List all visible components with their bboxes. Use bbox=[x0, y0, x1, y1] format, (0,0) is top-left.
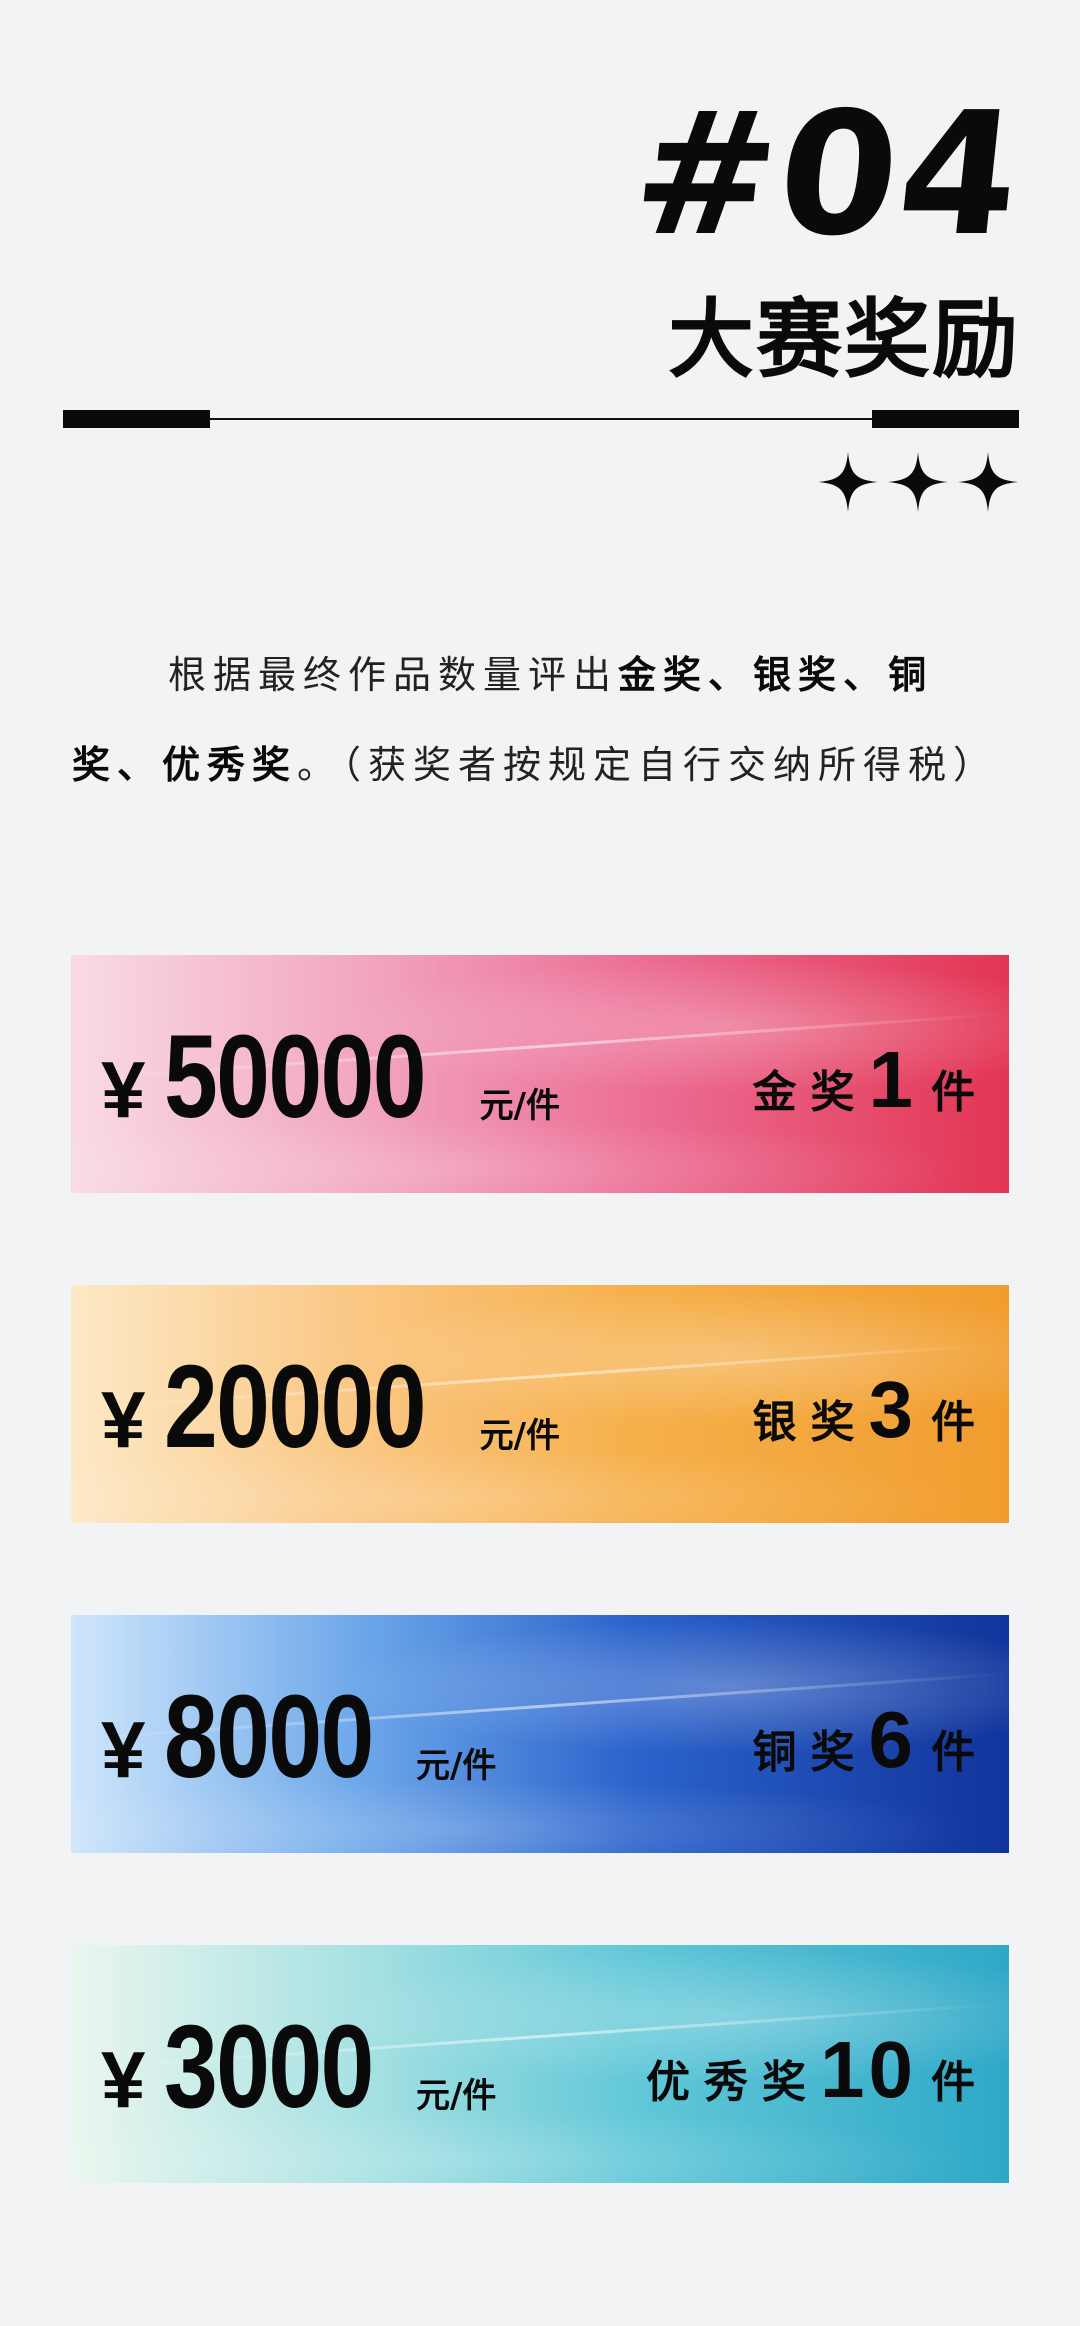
award-measure: 件 bbox=[931, 2057, 975, 2108]
award-count: 6 bbox=[868, 1695, 917, 1784]
award-name: 优秀奖 bbox=[646, 2057, 821, 2108]
currency-symbol: ¥ bbox=[101, 1705, 146, 1794]
separator: 、 bbox=[843, 653, 889, 697]
prize-amount: ¥ 50000 元/件 bbox=[101, 1011, 561, 1143]
prize-card-gold: ¥ 50000 元/件 金奖 1 件 bbox=[71, 955, 1009, 1193]
divider-bar-right bbox=[872, 410, 1019, 428]
sparkle-icon bbox=[888, 452, 948, 512]
intro-tail: 。（获奖者按规定自行交纳所得税） bbox=[297, 743, 999, 787]
award-quantity: 铜奖 6 件 bbox=[752, 1695, 976, 1784]
award-measure: 件 bbox=[931, 1067, 975, 1118]
sparkle-icon bbox=[958, 452, 1018, 512]
section-number: #04 bbox=[624, 76, 1031, 274]
decorative-stars bbox=[816, 450, 1020, 514]
prize-card-excellent: ¥ 3000 元/件 优秀奖 10 件 bbox=[71, 1945, 1009, 2183]
amount-unit: 元/件 bbox=[416, 1746, 497, 1786]
amount-unit: 元/件 bbox=[416, 2076, 497, 2116]
section-title: 大赛奖励 bbox=[668, 290, 1020, 390]
award-name: 银奖 bbox=[752, 1397, 869, 1448]
award-name: 铜奖 bbox=[752, 1727, 869, 1778]
award-silver-inline: 银奖 bbox=[753, 653, 844, 697]
award-excellent-inline: 优秀奖 bbox=[162, 743, 298, 787]
award-count: 3 bbox=[868, 1365, 917, 1454]
award-measure: 件 bbox=[931, 1397, 975, 1448]
sparkle-icon bbox=[818, 452, 878, 512]
intro-lead: 根据最终作品数量评出 bbox=[168, 653, 619, 697]
prize-card-bronze: ¥ 8000 元/件 铜奖 6 件 bbox=[71, 1615, 1009, 1853]
award-quantity: 银奖 3 件 bbox=[752, 1365, 976, 1454]
currency-symbol: ¥ bbox=[101, 2035, 146, 2124]
award-quantity: 金奖 1 件 bbox=[752, 1035, 976, 1124]
separator: 、 bbox=[708, 653, 754, 697]
amount-value: 3000 bbox=[163, 2001, 374, 2133]
title-divider bbox=[63, 405, 1019, 435]
prize-card-silver: ¥ 20000 元/件 银奖 3 件 bbox=[71, 1285, 1009, 1523]
award-name: 金奖 bbox=[752, 1067, 869, 1118]
amount-value: 8000 bbox=[163, 1671, 374, 1803]
award-count: 10 bbox=[820, 2025, 917, 2114]
currency-symbol: ¥ bbox=[101, 1375, 146, 1464]
separator: 、 bbox=[117, 743, 163, 787]
amount-value: 50000 bbox=[163, 1011, 427, 1143]
award-gold-inline: 金奖 bbox=[618, 653, 709, 697]
award-count: 1 bbox=[868, 1035, 917, 1124]
amount-value: 20000 bbox=[163, 1341, 427, 1473]
award-quantity: 优秀奖 10 件 bbox=[646, 2025, 975, 2114]
section-header: #04 大赛奖励 bbox=[625, 76, 1031, 390]
prize-amount: ¥ 3000 元/件 bbox=[101, 2001, 497, 2133]
intro-paragraph: 根据最终作品数量评出金奖、银奖、铜奖、优秀奖。（获奖者按规定自行交纳所得税） bbox=[72, 630, 1002, 810]
award-measure: 件 bbox=[931, 1727, 975, 1778]
divider-bar-left bbox=[63, 410, 210, 428]
amount-unit: 元/件 bbox=[479, 1416, 561, 1456]
prize-amount: ¥ 20000 元/件 bbox=[101, 1341, 561, 1473]
currency-symbol: ¥ bbox=[101, 1045, 146, 1134]
amount-unit: 元/件 bbox=[479, 1086, 561, 1126]
prize-amount: ¥ 8000 元/件 bbox=[101, 1671, 497, 1803]
